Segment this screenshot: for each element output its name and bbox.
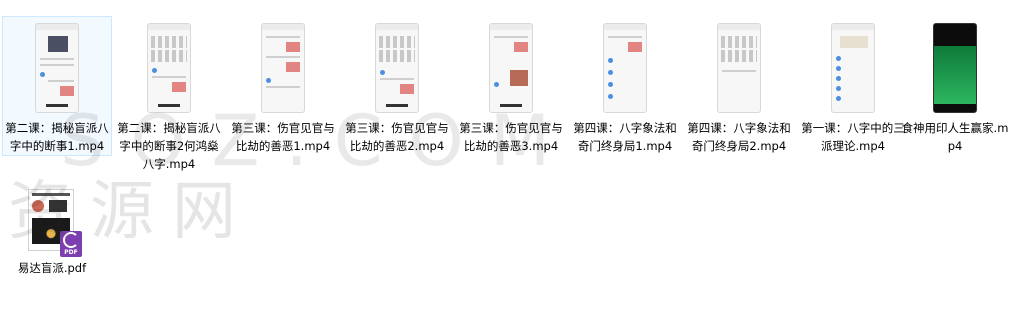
video-thumbnail <box>603 23 647 113</box>
file-item[interactable]: 第二课：揭秘盲派八字中的断事1.mp4 <box>2 16 112 156</box>
file-item[interactable]: 第三课：伤官见官与比劫的善恶1.mp4 <box>228 16 338 156</box>
file-item[interactable]: 第二课：揭秘盲派八字中的断事2何鸿燊八字.mp4 <box>114 16 224 174</box>
file-name: 第二课：揭秘盲派八字中的断事2何鸿燊八字.mp4 <box>117 121 221 171</box>
file-item[interactable]: PDF 易达盲派.pdf <box>2 184 102 278</box>
file-item[interactable]: 第三课：伤官见官与比劫的善恶3.mp4 <box>456 16 566 156</box>
video-thumbnail <box>489 23 533 113</box>
file-name: 食神用印人生赢家.mp4 <box>901 121 1009 153</box>
pdf-icon: PDF <box>60 231 82 257</box>
file-name: 第四课：八字象法和奇门终身局1.mp4 <box>573 121 677 153</box>
file-item[interactable]: 第四课：八字象法和奇门终身局2.mp4 <box>684 16 794 156</box>
video-thumbnail <box>261 23 305 113</box>
file-name: 第一课：八字中的三派理论.mp4 <box>801 121 905 153</box>
file-name: 第三课：伤官见官与比劫的善恶1.mp4 <box>231 121 335 153</box>
file-name: 第三课：伤官见官与比劫的善恶2.mp4 <box>345 121 449 153</box>
file-item[interactable]: 第一课：八字中的三派理论.mp4 <box>798 16 908 156</box>
file-name: 第二课：揭秘盲派八字中的断事1.mp4 <box>5 121 109 153</box>
video-thumbnail <box>35 23 79 113</box>
video-thumbnail <box>717 23 761 113</box>
pdf-thumbnail: PDF <box>28 189 82 257</box>
video-thumbnail <box>375 23 419 113</box>
video-thumbnail <box>933 23 977 113</box>
file-name: 第三课：伤官见官与比劫的善恶3.mp4 <box>459 121 563 153</box>
video-thumbnail <box>147 23 191 113</box>
file-name: 易达盲派.pdf <box>17 261 87 275</box>
file-item[interactable]: 第三课：伤官见官与比劫的善恶2.mp4 <box>342 16 452 156</box>
file-item[interactable]: 第四课：八字象法和奇门终身局1.mp4 <box>570 16 680 156</box>
file-item[interactable]: 食神用印人生赢家.mp4 <box>900 16 1010 156</box>
file-name: 第四课：八字象法和奇门终身局2.mp4 <box>687 121 791 153</box>
video-thumbnail <box>831 23 875 113</box>
